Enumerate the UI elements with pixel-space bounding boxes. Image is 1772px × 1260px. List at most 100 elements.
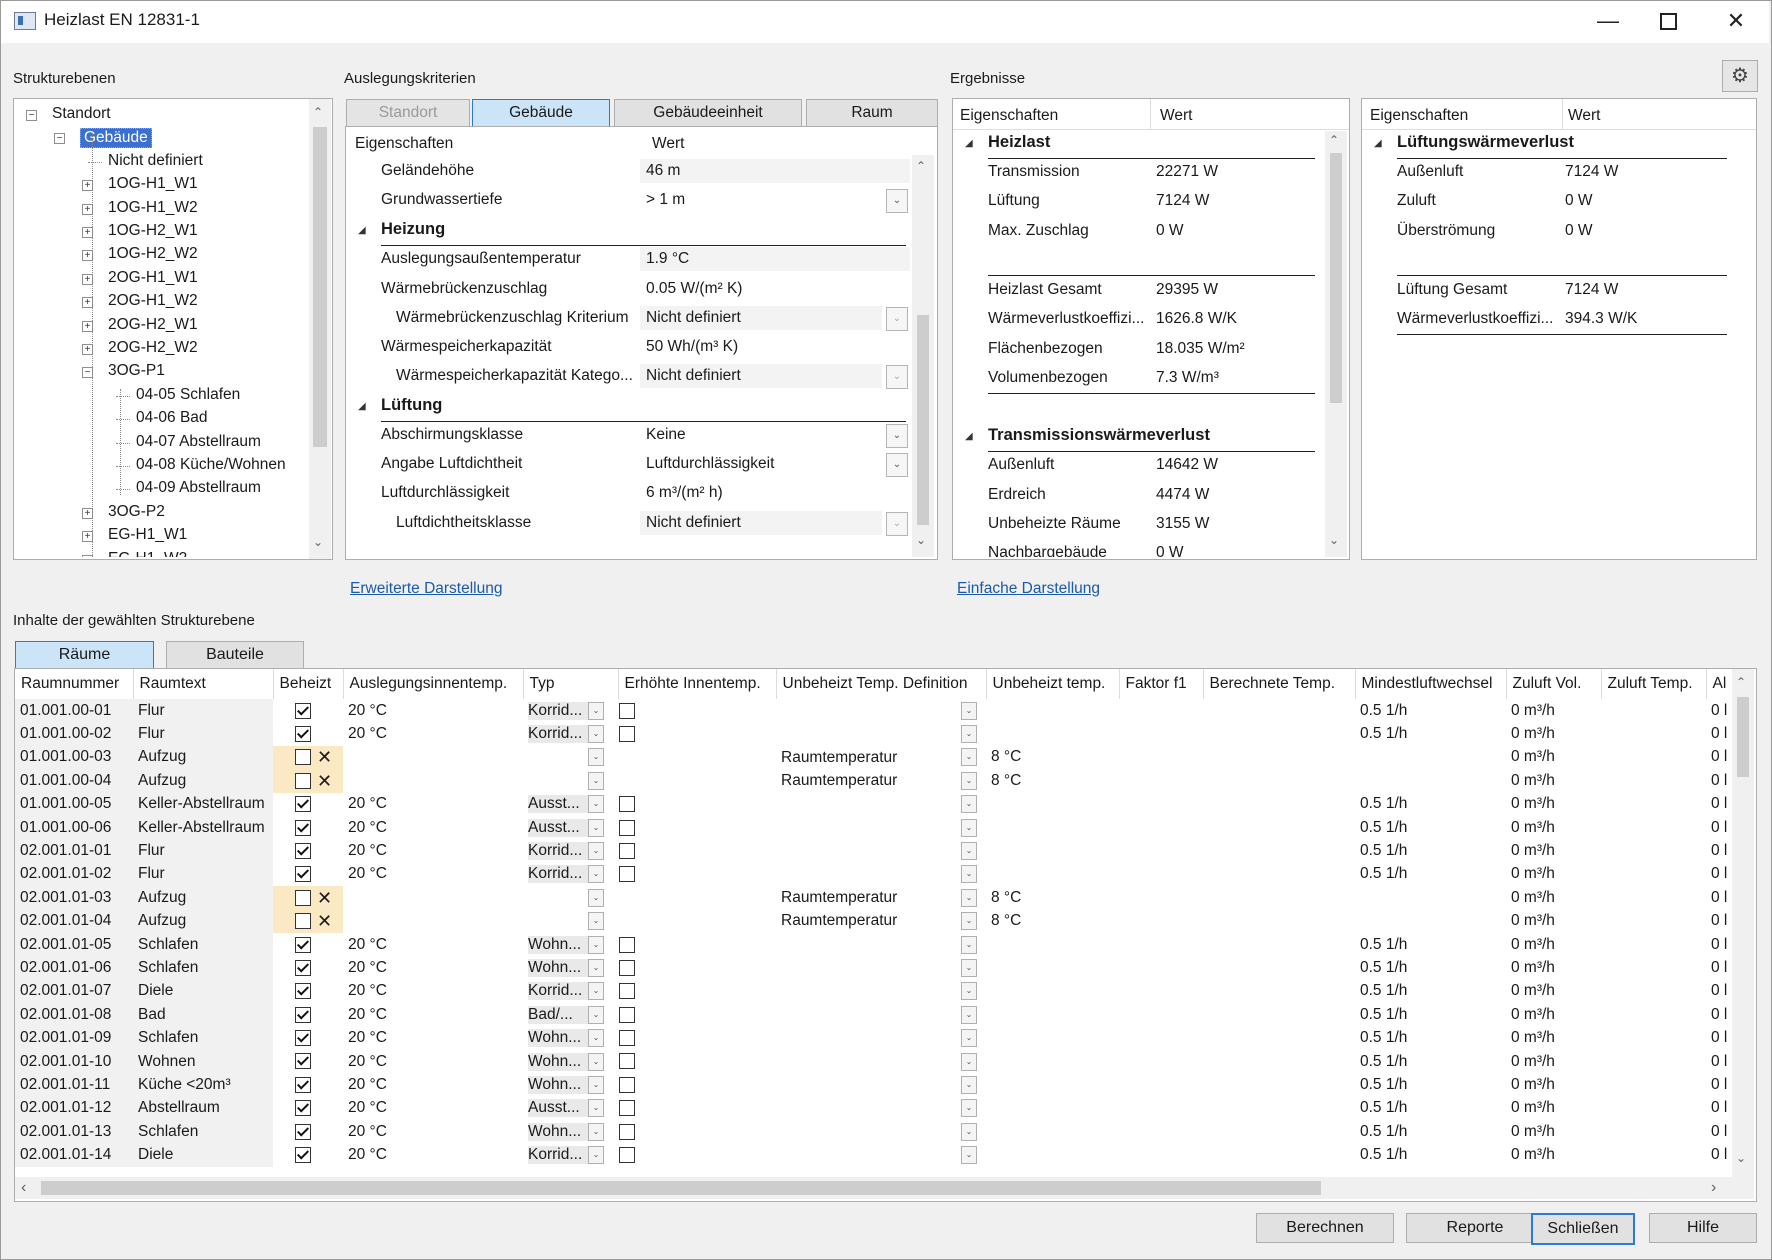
cell-faktor-f1[interactable] bbox=[1119, 933, 1203, 956]
collapse-icon[interactable]: ◢ bbox=[965, 431, 973, 442]
cell-mindestluftwechsel[interactable]: 0.5 1/h bbox=[1355, 956, 1506, 979]
cell-erhoehte-innentemp[interactable] bbox=[618, 1143, 776, 1166]
cell-unbeheizt-definition[interactable]: Raumtemperatur ⌄ bbox=[776, 769, 986, 792]
typ-value[interactable]: Bad/... bbox=[528, 1005, 588, 1024]
scroll-up-icon[interactable]: ⌃ bbox=[1329, 133, 1339, 147]
cell-mindestluftwechsel[interactable]: 0.5 1/h bbox=[1355, 793, 1506, 816]
cell-beheizt[interactable] bbox=[273, 933, 343, 956]
beheizt-checkbox[interactable] bbox=[295, 959, 311, 976]
cell-beheizt[interactable] bbox=[273, 1026, 343, 1049]
grid-hscroll-thumb[interactable] bbox=[41, 1181, 1321, 1195]
chevron-down-icon[interactable]: ⌄ bbox=[961, 1146, 977, 1165]
beheizt-checkbox[interactable] bbox=[295, 913, 311, 930]
cell-typ[interactable]: Wohn... ⌄ bbox=[523, 1026, 618, 1049]
cell-zuluft-temp[interactable] bbox=[1601, 910, 1706, 933]
table-row[interactable]: 01.001.00-01 Flur 20 °C Korrid... ⌄ ⌄ 0.5 1/h 0… bbox=[15, 699, 1736, 723]
minimize-icon[interactable]: — bbox=[1578, 0, 1638, 42]
cell-zuluft-vol[interactable]: 0 m³/h bbox=[1506, 699, 1601, 722]
cell-unbeheizt-temp[interactable]: 8 °C bbox=[986, 769, 1119, 792]
cell-faktor-f1[interactable] bbox=[1119, 722, 1203, 745]
erhoehte-checkbox[interactable] bbox=[619, 1030, 635, 1047]
unbeheizt-definition-value[interactable]: Raumtemperatur bbox=[781, 889, 961, 907]
cell-unbeheizt-definition[interactable]: ⌄ bbox=[776, 956, 986, 979]
chevron-down-icon[interactable]: ⌄ bbox=[961, 912, 977, 931]
cell-auslegungsinnentemp[interactable]: 20 °C bbox=[343, 793, 523, 816]
cell-zuluft-vol[interactable]: 0 m³/h bbox=[1506, 769, 1601, 792]
einfache-darstellung-link[interactable]: Einfache Darstellung bbox=[957, 580, 1100, 598]
typ-value[interactable]: Wohn... bbox=[528, 935, 588, 954]
cell-faktor-f1[interactable] bbox=[1119, 839, 1203, 862]
tree-item[interactable]: Standort bbox=[52, 105, 111, 123]
cell-zuluft-temp[interactable] bbox=[1601, 1003, 1706, 1026]
cell-unbeheizt-definition[interactable]: ⌄ bbox=[776, 980, 986, 1003]
table-row[interactable]: 01.001.00-05 Keller-Abstellraum 20 °C Ausst… bbox=[15, 792, 1736, 816]
cell-zuluft-vol[interactable]: 0 m³/h bbox=[1506, 839, 1601, 862]
cell-typ[interactable]: Ausst... ⌄ bbox=[523, 1097, 618, 1120]
cell-zuluft-vol[interactable]: 0 m³/h bbox=[1506, 886, 1601, 909]
tab-raum[interactable]: Raum bbox=[806, 99, 938, 127]
chevron-down-icon[interactable]: ⌄ bbox=[961, 935, 977, 954]
cell-zuluft-temp[interactable] bbox=[1601, 933, 1706, 956]
cell-zuluft-temp[interactable] bbox=[1601, 839, 1706, 862]
reporte-button[interactable]: Reporte bbox=[1406, 1213, 1544, 1243]
cell-beheizt[interactable]: ✕ bbox=[273, 909, 343, 933]
cell-mindestluftwechsel[interactable] bbox=[1355, 910, 1506, 933]
cell-auslegungsinnentemp[interactable]: 20 °C bbox=[343, 1143, 523, 1166]
beheizt-checkbox[interactable] bbox=[295, 819, 311, 836]
cell-auslegungsinnentemp[interactable]: 20 °C bbox=[343, 839, 523, 862]
cell-beheizt[interactable] bbox=[273, 1120, 343, 1143]
cell-zuluft-temp[interactable] bbox=[1601, 863, 1706, 886]
erhoehte-checkbox[interactable] bbox=[619, 936, 635, 953]
chevron-down-icon[interactable]: ⌄ bbox=[588, 748, 604, 767]
cell-zuluft-temp[interactable] bbox=[1601, 1097, 1706, 1120]
cell-erhoehte-innentemp[interactable] bbox=[618, 816, 776, 839]
cell-unbeheizt-temp[interactable] bbox=[986, 722, 1119, 745]
cell-zuluft-temp[interactable] bbox=[1601, 1143, 1706, 1166]
collapse-icon[interactable]: ◢ bbox=[965, 138, 973, 149]
val-grundwassertiefe[interactable]: > 1 m bbox=[640, 188, 882, 212]
beheizt-checkbox[interactable] bbox=[295, 725, 311, 742]
table-row[interactable]: 02.001.01-13 Schlafen 20 °C Wohn... ⌄ ⌄ 0.5 1/… bbox=[15, 1120, 1736, 1144]
column-header[interactable]: Raumnummer bbox=[15, 669, 134, 699]
beheizt-checkbox[interactable] bbox=[295, 1123, 311, 1140]
cell-auslegungsinnentemp[interactable]: 20 °C bbox=[343, 956, 523, 979]
cell-faktor-f1[interactable] bbox=[1119, 910, 1203, 933]
cell-faktor-f1[interactable] bbox=[1119, 769, 1203, 792]
beheizt-checkbox[interactable] bbox=[295, 749, 311, 766]
cell-erhoehte-innentemp[interactable] bbox=[618, 793, 776, 816]
cell-beheizt[interactable] bbox=[273, 863, 343, 886]
cell-auslegungsinnentemp[interactable] bbox=[343, 746, 523, 769]
cell-beheizt[interactable] bbox=[273, 793, 343, 816]
cell-unbeheizt-definition[interactable]: ⌄ bbox=[776, 722, 986, 745]
cell-erhoehte-innentemp[interactable] bbox=[618, 1050, 776, 1073]
cell-beheizt[interactable] bbox=[273, 722, 343, 745]
table-row[interactable]: 02.001.01-12 Abstellraum 20 °C Ausst... ⌄ ⌄ 0.… bbox=[15, 1096, 1736, 1121]
cell-typ[interactable]: Wohn... ⌄ bbox=[523, 933, 618, 956]
chevron-down-icon[interactable]: ⌄ bbox=[961, 795, 977, 814]
chevron-down-icon[interactable]: ⌄ bbox=[886, 512, 908, 536]
tab-gebaeude[interactable]: Gebäude bbox=[472, 99, 610, 127]
cell-erhoehte-innentemp[interactable] bbox=[618, 1073, 776, 1096]
tree-item[interactable]: 04-09 Abstellraum bbox=[136, 479, 261, 497]
grid-vscroll-thumb[interactable] bbox=[1737, 697, 1749, 777]
beheizt-checkbox[interactable] bbox=[295, 1030, 311, 1047]
settings-gear-icon[interactable]: ⚙ bbox=[1722, 60, 1758, 92]
val-aussentemp[interactable]: 1.9 °C bbox=[640, 247, 910, 271]
cell-unbeheizt-definition[interactable]: ⌄ bbox=[776, 1026, 986, 1049]
cell-erhoehte-innentemp[interactable] bbox=[618, 1003, 776, 1026]
scroll-up-icon[interactable]: ⌃ bbox=[916, 159, 926, 173]
cell-zuluft-vol[interactable]: 0 m³/h bbox=[1506, 816, 1601, 839]
column-header[interactable]: Typ bbox=[523, 669, 619, 699]
schliessen-button[interactable]: Schließen bbox=[1531, 1213, 1635, 1245]
cell-unbeheizt-definition[interactable]: ⌄ bbox=[776, 1120, 986, 1143]
val-luftdichtheitsklasse[interactable]: Nicht definiert bbox=[640, 511, 882, 535]
typ-value[interactable]: Korrid... bbox=[528, 701, 588, 720]
chevron-down-icon[interactable]: ⌄ bbox=[961, 841, 977, 860]
cell-zuluft-vol[interactable]: 0 m³/h bbox=[1506, 933, 1601, 956]
cell-auslegungsinnentemp[interactable]: 20 °C bbox=[343, 980, 523, 1003]
cell-mindestluftwechsel[interactable] bbox=[1355, 746, 1506, 769]
results-scroll-thumb[interactable] bbox=[1330, 153, 1342, 403]
val-wsk[interactable]: 50 Wh/(m³ K) bbox=[640, 335, 910, 359]
cell-zuluft-vol[interactable]: 0 m³/h bbox=[1506, 722, 1601, 745]
beheizt-checkbox[interactable] bbox=[295, 983, 311, 1000]
